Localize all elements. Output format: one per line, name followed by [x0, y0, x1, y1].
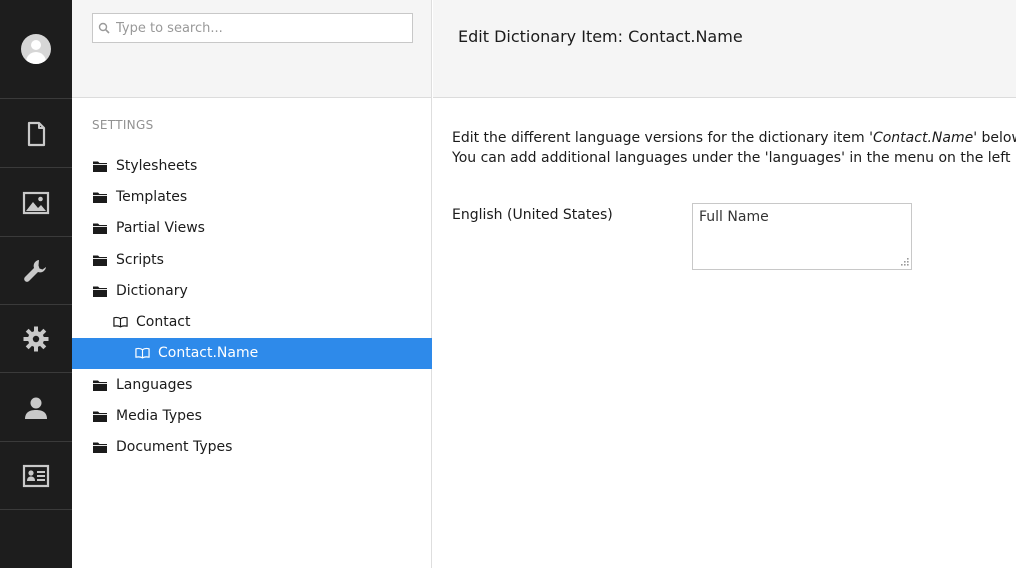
tree-item[interactable]: Partial Views	[72, 213, 432, 244]
document-icon	[27, 121, 46, 146]
tree-item[interactable]: Stylesheets	[72, 150, 432, 181]
rail-item-media[interactable]	[0, 169, 72, 237]
tree-item-label: Document Types	[116, 439, 233, 456]
folder-icon	[92, 409, 108, 423]
resize-grip-icon[interactable]	[899, 256, 910, 267]
section-title: SETTINGS	[92, 118, 154, 132]
wrench-icon	[24, 259, 46, 282]
tree-item[interactable]: Document Types	[72, 432, 432, 463]
search-input[interactable]	[114, 15, 404, 41]
tree-item-label: Languages	[116, 376, 193, 393]
book-icon	[112, 315, 128, 329]
tree-header	[72, 0, 431, 98]
tree-item-selected[interactable]: Contact.Name	[72, 337, 432, 370]
rail-item-content[interactable]	[0, 100, 72, 168]
gear-icon	[23, 326, 49, 351]
id-card-icon	[22, 464, 50, 487]
avatar[interactable]	[0, 0, 72, 99]
tree-item-label: Partial Views	[116, 220, 205, 237]
folder-icon	[92, 440, 108, 454]
tree-item[interactable]: Languages	[72, 369, 432, 400]
language-label: English (United States)	[452, 207, 613, 223]
tree-item-label: Contact.Name	[158, 345, 259, 362]
tree-item-label: Dictionary	[116, 282, 188, 299]
tree-item-label: Stylesheets	[116, 157, 198, 174]
tree-item-label: Contact	[136, 314, 191, 331]
tree-item[interactable]: Templates	[72, 181, 432, 212]
description-line-2: You can add additional languages under t…	[452, 150, 1011, 166]
rail-item-developer[interactable]	[0, 305, 72, 373]
tree-item[interactable]: Contact	[72, 306, 432, 337]
folder-icon	[92, 190, 108, 204]
folder-icon	[92, 253, 108, 267]
description-line-1: Edit the different language versions for…	[452, 130, 1016, 146]
section-rail	[0, 0, 72, 568]
tree-item-label: Scripts	[116, 251, 164, 268]
editor-header: Edit Dictionary Item: Contact.Name	[433, 0, 1016, 98]
translation-textarea[interactable]	[692, 203, 912, 270]
image-icon	[22, 191, 50, 214]
tree-item-label: Media Types	[116, 408, 202, 425]
search-icon	[98, 22, 110, 34]
folder-icon	[92, 284, 108, 298]
app: SETTINGS Stylesheets Templates Partial Vie…	[0, 0, 1016, 568]
rail-item-members[interactable]	[0, 442, 72, 510]
search-box[interactable]	[92, 13, 413, 43]
user-icon	[25, 397, 47, 419]
page-title: Edit Dictionary Item: Contact.Name	[458, 27, 743, 46]
folder-icon	[92, 221, 108, 235]
tree-item[interactable]: Media Types	[72, 400, 432, 431]
tree-panel: SETTINGS Stylesheets Templates Partial Vie…	[72, 0, 432, 568]
folder-icon	[92, 378, 108, 392]
rail-item-users[interactable]	[0, 374, 72, 442]
editor-panel: Edit Dictionary Item: Contact.Name Edit …	[433, 0, 1016, 568]
tree-item-label: Templates	[116, 188, 188, 205]
folder-icon	[92, 159, 108, 173]
tree-list: Stylesheets Templates Partial Views Scripts…	[72, 150, 432, 463]
book-icon	[134, 346, 150, 360]
dictionary-item-name: Contact.Name	[872, 130, 974, 146]
tree-item[interactable]: Scripts	[72, 244, 432, 275]
avatar-icon	[21, 34, 51, 64]
rail-item-settings[interactable]	[0, 237, 72, 305]
tree-item[interactable]: Dictionary	[72, 275, 432, 306]
editor-description: Edit the different language versions for…	[452, 128, 1016, 168]
